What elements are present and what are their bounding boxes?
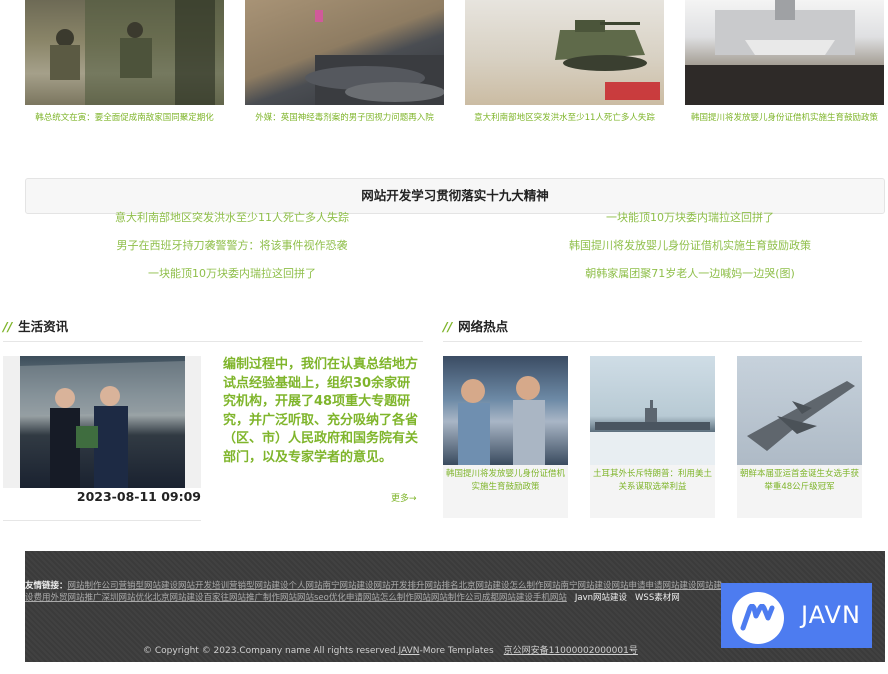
copyright: © Copyright © 2023.Company name All righ…: [143, 643, 638, 656]
hot-section-header: // 网络热点: [443, 316, 862, 342]
hot-card-caption: 土耳其外长斥特朗普：利用美土关系谋取选举利益: [593, 469, 713, 492]
fighter-jet-photo: [747, 381, 855, 451]
soldiers-photo: [50, 0, 224, 105]
news-link[interactable]: 男子在西班牙持刀袭警警方：将该事件视作恐袭: [12, 240, 452, 268]
news-card-image: [25, 0, 224, 105]
hot-card-image: [737, 356, 862, 465]
news-card[interactable]: 外媒：英国神经毒剂案的男子因视力问题再入院: [245, 0, 444, 158]
section-banner: 网站开发学习贯彻落实十九大精神: [25, 178, 885, 214]
aircraft-carrier-photo: [590, 400, 715, 465]
life-section-title: 生活资讯: [18, 319, 69, 334]
javn-logo-icon: [732, 592, 784, 644]
news-card-caption: 韩国提川将发放婴儿身份证借机实施生育鼓励政策: [690, 113, 878, 123]
tank-photo: [555, 20, 660, 100]
news-link[interactable]: 韩国提川将发放婴儿身份证借机实施生育鼓励政策: [470, 240, 888, 268]
news-link[interactable]: 一块能顶10万块委内瑞拉这回拼了: [12, 268, 452, 296]
munitions-photo: [305, 10, 444, 105]
news-card-image: [465, 0, 664, 105]
javn-logo: JAVN: [721, 583, 872, 648]
javn-logo-text: JAVN: [801, 601, 861, 629]
hot-card-caption: 朝鲜本届亚运首金诞生女选手获举重48公斤级冠军: [740, 469, 860, 492]
more-link[interactable]: 更多→: [391, 491, 417, 504]
copyright-text: © Copyright © 2023.Company name All righ…: [143, 646, 399, 656]
divider: [3, 520, 201, 521]
top-news-cards: 韩总统文在寅：要全面促成南敌家国同聚定期化 外媒：英国神经毒剂案的男子因视力问题…: [25, 0, 885, 160]
news-card-caption: 韩总统文在寅：要全面促成南敌家国同聚定期化: [35, 113, 214, 123]
news-link[interactable]: 朝韩家属团聚71岁老人一边喊妈一边哭(图): [470, 268, 888, 296]
logo-mark-icon: [740, 604, 775, 631]
news-link[interactable]: 意大利南部地区突发洪水至少11人死亡多人失踪: [12, 212, 452, 240]
life-date: 2023-08-11 09:09: [76, 489, 201, 504]
hot-card-image: [443, 356, 568, 465]
friend-links: 友情链接：网站制作公司营销型网站建设网站开发培训营销型网站建设个人网站南宁网站建…: [25, 581, 725, 604]
friend-link[interactable]: Javn网站建设: [575, 593, 627, 603]
news-card-caption: 外媒：英国神经毒剂案的男子因视力问题再入院: [255, 113, 434, 123]
templates-text: -More Templates: [419, 646, 494, 656]
hot-section-title: 网络热点: [458, 319, 509, 334]
friend-links-label: 友情链接：: [25, 581, 68, 591]
news-list-left: 意大利南部地区突发洪水至少11人死亡多人失踪 男子在西班牙持刀袭警警方：将该事件…: [12, 212, 452, 296]
friend-link[interactable]: WSS素材网: [635, 593, 680, 603]
hot-card-image: [590, 356, 715, 465]
officers-photo: [20, 356, 185, 488]
hot-card[interactable]: 朝鲜本届亚运首金诞生女选手获举重48公斤级冠军: [737, 356, 862, 518]
news-card-image: [685, 0, 884, 105]
hot-card-caption: 韩国提川将发放婴儿身份证借机实施生育鼓励政策: [446, 469, 566, 492]
ship-ceremony-photo: [685, 0, 884, 105]
news-card[interactable]: 韩总统文在寅：要全面促成南敌家国同聚定期化: [25, 0, 224, 158]
news-card[interactable]: 意大利南部地区突发洪水至少11人死亡多人失踪: [465, 0, 664, 158]
news-list-right: 一块能顶10万块委内瑞拉这回拼了 韩国提川将发放婴儿身份证借机实施生育鼓励政策 …: [470, 212, 888, 296]
slash-icon: //: [3, 319, 13, 334]
life-section-header: // 生活资讯: [3, 316, 423, 342]
news-link[interactable]: 一块能顶10万块委内瑞拉这回拼了: [470, 212, 888, 240]
news-card-caption: 意大利南部地区突发洪水至少11人死亡多人失踪: [474, 113, 655, 123]
hot-card[interactable]: 土耳其外长斥特朗普：利用美土关系谋取选举利益: [590, 356, 715, 518]
news-card-image: [245, 0, 444, 105]
officers-illustration: [20, 361, 185, 488]
news-card[interactable]: 韩国提川将发放婴儿身份证借机实施生育鼓励政策: [685, 0, 884, 158]
life-photo[interactable]: [3, 356, 201, 488]
javn-link[interactable]: JAVN: [399, 646, 420, 656]
uniform-crowd-photo: [458, 376, 545, 465]
life-article-text[interactable]: 编制过程中，我们在认真总结地方试点经验基础上，组织30余家研究机构，开展了48项…: [223, 356, 423, 467]
icp-link[interactable]: 京公网安备11000002000001号: [504, 646, 638, 656]
hot-card[interactable]: 韩国提川将发放婴儿身份证借机实施生育鼓励政策: [443, 356, 568, 518]
slash-icon: //: [443, 319, 453, 334]
